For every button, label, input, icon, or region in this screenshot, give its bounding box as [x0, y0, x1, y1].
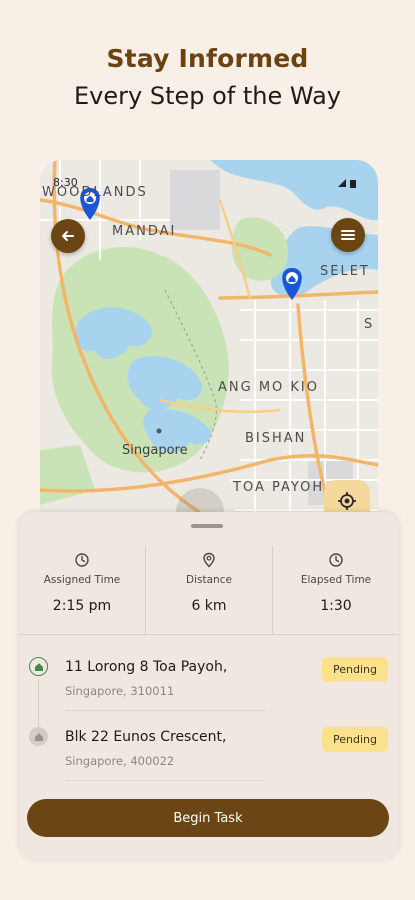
- signal-battery-icon: [338, 179, 356, 188]
- divider: [19, 634, 399, 635]
- menu-button[interactable]: [331, 218, 365, 252]
- drag-handle[interactable]: [191, 524, 223, 528]
- clock-icon: [329, 553, 343, 567]
- location-pin-icon: [203, 552, 215, 568]
- crosshair-icon: [338, 492, 356, 510]
- page-subtitle: Every Step of the Way: [74, 82, 341, 110]
- stat-distance: Distance 6 km: [145, 546, 272, 634]
- route-connector: [38, 679, 39, 726]
- stop-marker: [29, 657, 48, 676]
- task-bottom-sheet: Assigned Time 2:15 pm Distance 6 km Elap…: [19, 512, 399, 860]
- status-time: 8:30: [53, 176, 78, 189]
- stat-value: 2:15 pm: [52, 598, 112, 614]
- hamburger-menu-icon: [341, 230, 355, 240]
- map-label-mandai: MANDAI: [112, 224, 176, 239]
- clock-icon: [75, 553, 89, 567]
- map-label-bishan: BISHAN: [245, 431, 306, 446]
- map-label-singapore: Singapore: [122, 443, 188, 458]
- home-icon: [34, 732, 43, 741]
- stop-city: Singapore, 310011: [65, 684, 175, 698]
- stat-label: Assigned Time: [43, 574, 121, 586]
- stat-label: Distance: [186, 574, 232, 586]
- stop-address: 11 Lorong 8 Toa Payoh,: [65, 659, 228, 675]
- map-label-toa-payoh: TOA PAYOH: [232, 480, 324, 495]
- stat-value: 6 km: [191, 598, 227, 614]
- home-icon: [34, 662, 43, 671]
- stop-address: Blk 22 Eunos Crescent,: [65, 729, 227, 745]
- arrow-left-icon: [62, 231, 74, 241]
- map-view[interactable]: WOODLANDS MANDAI SELET ANG MO KIO BISHAN…: [40, 160, 378, 540]
- stat-elapsed-time: Elapsed Time 1:30: [272, 546, 399, 634]
- stat-label: Elapsed Time: [300, 574, 372, 586]
- stat-value: 1:30: [320, 598, 352, 614]
- map-label-seletar: SELET: [320, 264, 370, 279]
- task-stats: Assigned Time 2:15 pm Distance 6 km Elap…: [19, 546, 399, 634]
- back-button[interactable]: [51, 219, 85, 253]
- map-label-edge: S: [364, 317, 374, 332]
- status-badge: Pending: [322, 727, 388, 752]
- divider: [65, 710, 265, 711]
- stop-city: Singapore, 400022: [65, 754, 175, 768]
- begin-task-button[interactable]: Begin Task: [27, 799, 389, 837]
- status-badge: Pending: [322, 657, 388, 682]
- stop-marker: [29, 727, 48, 746]
- map-label-ang-mo-kio: ANG MO KIO: [218, 380, 319, 395]
- page-title: Stay Informed: [106, 44, 309, 73]
- stat-assigned-time: Assigned Time 2:15 pm: [19, 546, 145, 634]
- divider: [65, 780, 265, 781]
